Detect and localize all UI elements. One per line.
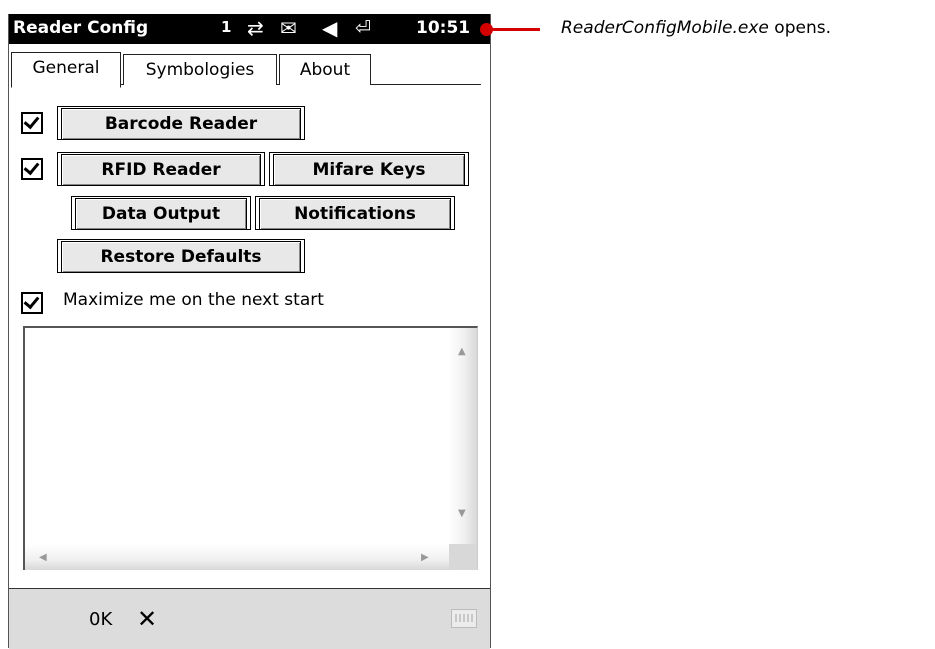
title-bar: Reader Config 1 ⇄ ✉ ◀ ⏎ 10:51	[9, 14, 490, 44]
app-title: Reader Config	[13, 18, 149, 38]
callout-suffix: opens.	[768, 18, 831, 38]
scroll-down-icon[interactable]: ▼	[458, 508, 466, 519]
device-screen: Reader Config 1 ⇄ ✉ ◀ ⏎ 10:51 General Sy…	[8, 14, 491, 649]
maximize-checkbox[interactable]	[21, 292, 43, 314]
output-text-area[interactable]: ▲ ▼ ◀ ▶	[23, 326, 478, 570]
battery-icon[interactable]: ⏎	[355, 17, 371, 39]
restore-defaults-button[interactable]: Restore Defaults	[61, 241, 301, 273]
barcode-reader-checkbox[interactable]	[21, 112, 43, 134]
maximize-label: Maximize me on the next start	[63, 290, 324, 310]
data-output-button[interactable]: Data Output	[75, 198, 247, 230]
scrollbar-corner	[449, 544, 477, 570]
callout-caption: ReaderConfigMobile.exe opens.	[561, 18, 831, 38]
callout-filename: ReaderConfigMobile.exe	[561, 18, 769, 38]
scroll-up-icon[interactable]: ▲	[458, 346, 466, 357]
close-icon[interactable]: ✕	[137, 605, 157, 633]
tab-general[interactable]: General	[11, 52, 121, 88]
message-icon[interactable]: ✉	[280, 17, 297, 39]
scroll-left-icon[interactable]: ◀	[39, 552, 47, 563]
tab-symbologies[interactable]: Symbologies	[123, 54, 277, 85]
keyboard-icon[interactable]	[451, 609, 477, 628]
vertical-scrollbar[interactable]: ▲ ▼	[449, 328, 477, 545]
speaker-icon[interactable]: ◀	[322, 17, 337, 39]
ok-button[interactable]: 0K	[89, 609, 112, 630]
rfid-reader-checkbox[interactable]	[21, 158, 43, 180]
bottom-menu-bar: 0K ✕	[9, 588, 490, 649]
horizontal-scrollbar[interactable]: ◀ ▶	[25, 544, 450, 570]
tab-about[interactable]: About	[279, 54, 371, 85]
barcode-reader-button[interactable]: Barcode Reader	[61, 108, 301, 140]
notifications-button[interactable]: Notifications	[259, 198, 451, 230]
scroll-right-icon[interactable]: ▶	[421, 552, 429, 563]
signal-indicator: 1	[221, 18, 232, 36]
callout-line	[486, 28, 540, 31]
sync-icon[interactable]: ⇄	[247, 17, 264, 39]
rfid-reader-button[interactable]: RFID Reader	[61, 154, 261, 186]
clock[interactable]: 10:51	[416, 18, 470, 38]
mifare-keys-button[interactable]: Mifare Keys	[273, 154, 465, 186]
